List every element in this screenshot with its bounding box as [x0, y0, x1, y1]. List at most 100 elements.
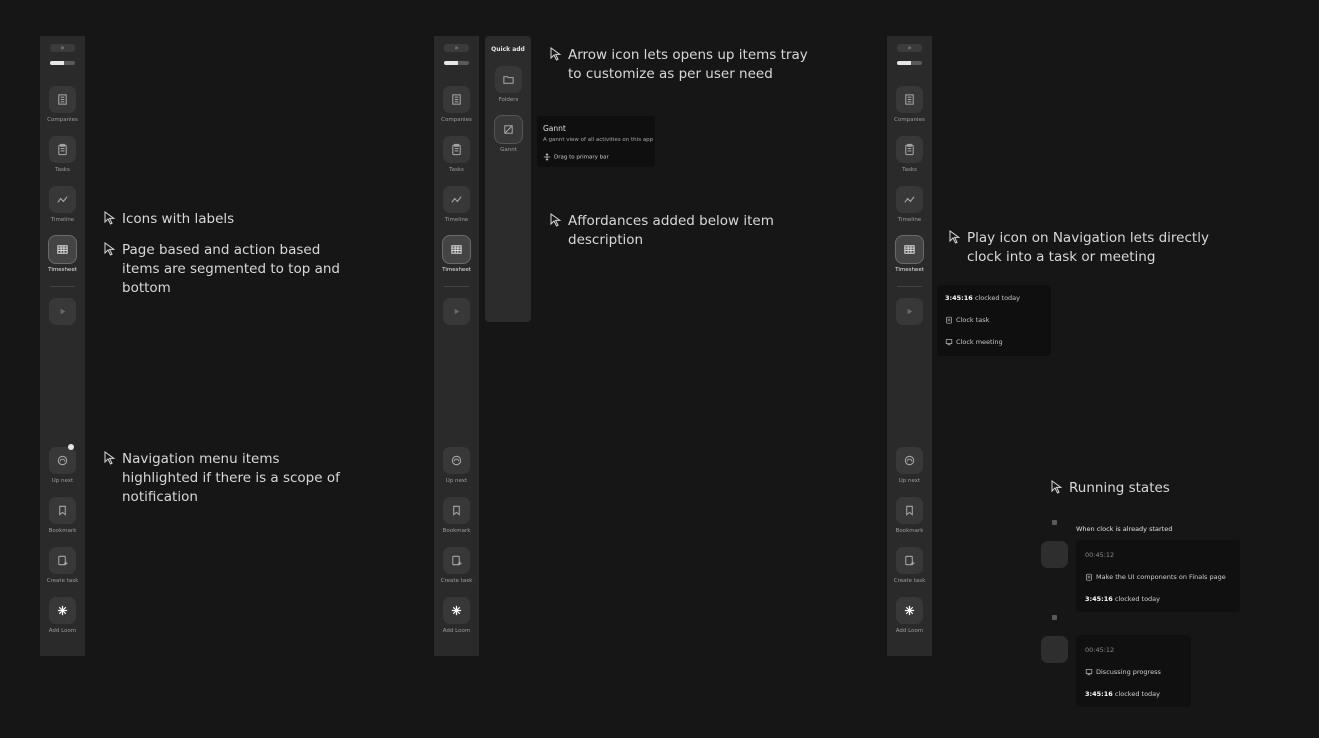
sidebar-1: » Companies Tasks Timeline Timesheet Up … [40, 36, 85, 656]
play-icon [49, 298, 76, 325]
nav-item-add-loom[interactable]: Add Loom [887, 597, 932, 643]
clipboard-plus-icon [443, 547, 470, 574]
running-task-card: 00:45:12 Make the UI components on Final… [1076, 540, 1240, 612]
trend-icon [49, 186, 76, 213]
nav-label: Add Loom [442, 628, 471, 634]
nav-item-timeline[interactable]: Timeline [40, 186, 85, 232]
clipboard-plus-icon [896, 547, 923, 574]
state-dot [1052, 520, 1057, 525]
nav-label: Up next [51, 478, 74, 484]
drag-label: Drag to primary bar [554, 154, 609, 161]
quick-add-folders[interactable]: Folders [486, 66, 531, 112]
elapsed-time: 00:45:12 [1085, 646, 1115, 654]
nav-label: Bookmark [442, 528, 471, 534]
gauge-icon [443, 447, 470, 474]
nav-label: Companies [441, 117, 472, 123]
nav-label: Tasks [55, 167, 70, 173]
nav-item-timeline[interactable]: Timeline [887, 186, 932, 232]
running-meeting-card: 00:45:12 Discussing progress 3:45:16 clo… [1076, 635, 1191, 707]
nav-item-companies[interactable]: Companies [887, 86, 932, 132]
sidebar-3: » Companies Tasks Timeline Timesheet Up … [887, 36, 932, 656]
nav-item-timesheet[interactable]: Timesheet [434, 236, 479, 282]
gantt-tooltip: Gannt A gannt view of all activities on … [537, 116, 655, 167]
bookmark-icon [49, 497, 76, 524]
trend-icon [896, 186, 923, 213]
nav-item-up-next[interactable]: Up next [887, 447, 932, 493]
nav-item-tasks[interactable]: Tasks [887, 136, 932, 182]
cursor-icon [949, 230, 961, 244]
cursor-icon [104, 211, 116, 225]
annotation-text: Affordances added below item description [568, 213, 774, 248]
cursor-icon [550, 213, 562, 227]
clock-task-option[interactable]: Clock task [945, 316, 989, 324]
expand-arrow-button[interactable]: » [50, 44, 75, 52]
avatar [1041, 636, 1068, 663]
running-task[interactable]: Make the UI components on Finals page [1085, 573, 1226, 581]
nav-item-tasks[interactable]: Tasks [434, 136, 479, 182]
running-meeting-label: Discussing progress [1096, 668, 1161, 676]
nav-item-play[interactable] [434, 298, 479, 344]
quick-add-gannt[interactable]: Gannt [486, 116, 531, 162]
divider [897, 286, 922, 287]
clocked-today: 3:45:16 clocked today [945, 294, 1020, 302]
nav-item-add-loom[interactable]: Add Loom [434, 597, 479, 643]
nav-label: Gannt [500, 147, 517, 153]
trend-icon [443, 186, 470, 213]
expand-arrow-button[interactable]: » [444, 44, 469, 52]
nav-item-timesheet[interactable]: Timesheet [40, 236, 85, 282]
folder-icon [495, 66, 522, 93]
nav-label: Timeline [50, 217, 75, 223]
nav-item-create-task[interactable]: Create task [40, 547, 85, 593]
nav-label: Timeline [444, 217, 469, 223]
tooltip-title: Gannt [543, 124, 566, 133]
annotation-text: Icons with labels [122, 211, 235, 227]
clipboard-icon [1086, 573, 1092, 581]
nav-item-bookmark[interactable]: Bookmark [887, 497, 932, 543]
nav-label: Companies [894, 117, 925, 123]
annotation-icons-labels: Icons with labels [104, 210, 344, 229]
nav-item-timesheet[interactable]: Timesheet [887, 236, 932, 282]
nav-item-add-loom[interactable]: Add Loom [40, 597, 85, 643]
expand-arrow-button[interactable]: » [897, 44, 922, 52]
clock-meeting-option[interactable]: Clock meeting [945, 338, 1003, 346]
gauge-icon [49, 447, 76, 474]
nav-label: Up next [445, 478, 468, 484]
annotation-segmented: Page based and action based items are se… [104, 241, 344, 298]
nav-item-play[interactable] [887, 298, 932, 344]
nav-label: Timesheet [895, 267, 924, 273]
nav-label: Up next [898, 478, 921, 484]
nav-item-create-task[interactable]: Create task [887, 547, 932, 593]
clocked-suffix: clocked today [1112, 595, 1161, 603]
move-icon [543, 153, 551, 161]
clock-tooltip: 3:45:16 clocked today Clock task Clock m… [937, 285, 1051, 356]
nav-item-tasks[interactable]: Tasks [40, 136, 85, 182]
nav-item-bookmark[interactable]: Bookmark [40, 497, 85, 543]
nav-item-play[interactable] [40, 298, 85, 344]
clipboard-icon [896, 136, 923, 163]
nav-item-timeline[interactable]: Timeline [434, 186, 479, 232]
building-icon [49, 86, 76, 113]
drag-affordance[interactable]: Drag to primary bar [543, 153, 609, 161]
cursor-icon [104, 451, 116, 465]
clocked-suffix: clocked today [972, 294, 1021, 302]
progress-fill [897, 61, 911, 65]
nav-item-create-task[interactable]: Create task [434, 547, 479, 593]
elapsed-time: 00:45:12 [1085, 551, 1115, 559]
bookmark-icon [896, 497, 923, 524]
clocked-value: 3:45:16 [1085, 690, 1113, 698]
nav-item-up-next[interactable]: Up next [434, 447, 479, 493]
divider [444, 286, 469, 287]
annotation-text: Running states [1069, 480, 1170, 496]
clocked-today: 3:45:16 clocked today [1085, 595, 1160, 603]
running-task-label: Make the UI components on Finals page [1096, 573, 1226, 581]
nav-item-companies[interactable]: Companies [40, 86, 85, 132]
gantt-icon [495, 116, 522, 143]
running-meeting[interactable]: Discussing progress [1085, 668, 1161, 676]
quick-add-title: Quick add [491, 46, 525, 53]
nav-label: Add Loom [895, 628, 924, 634]
nav-item-up-next[interactable]: Up next [40, 444, 85, 493]
nav-item-companies[interactable]: Companies [434, 86, 479, 132]
nav-label: Timesheet [442, 267, 471, 273]
nav-item-bookmark[interactable]: Bookmark [434, 497, 479, 543]
nav-label: Timeline [897, 217, 922, 223]
